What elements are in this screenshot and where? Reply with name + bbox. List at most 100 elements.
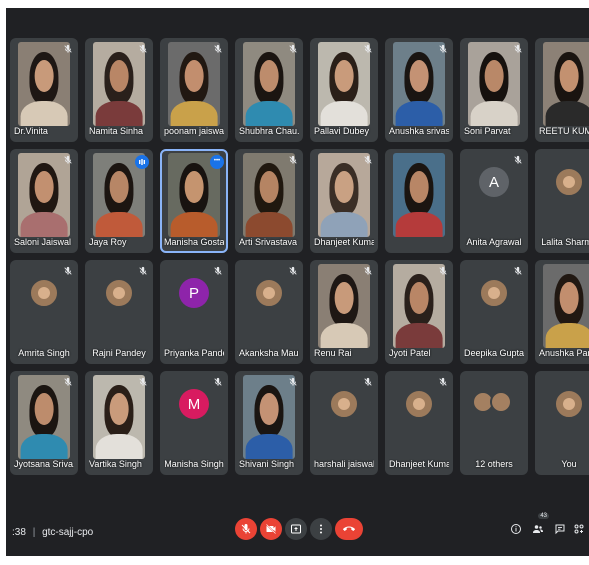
activities-icon	[574, 524, 584, 534]
participant-tile[interactable]: Dhanjeet Kumar	[385, 371, 453, 475]
participant-profile-avatar	[554, 167, 584, 198]
people-icon	[533, 525, 543, 533]
activities-button[interactable]	[572, 522, 586, 536]
chat-button[interactable]	[553, 522, 567, 536]
mic-off-icon	[362, 266, 374, 278]
mic-off-icon	[62, 155, 74, 167]
participant-name: Amrita Singh	[18, 348, 70, 358]
tile-more-options-icon[interactable]: •••	[210, 155, 224, 169]
participant-video	[393, 153, 445, 237]
mic-off-icon	[212, 377, 224, 389]
participant-profile-avatar	[104, 278, 134, 309]
meeting-details-button[interactable]	[509, 522, 523, 536]
participant-tile[interactable]: poonam jaiswa...	[160, 38, 228, 142]
participant-name: Dhanjeet Kumar	[314, 237, 374, 247]
speaking-indicator-icon	[135, 155, 149, 169]
participant-name: You	[561, 459, 577, 469]
participant-name: Dhanjeet Kumar	[389, 459, 449, 469]
participant-tile[interactable]: Pallavi Dubey	[310, 38, 378, 142]
mic-off-icon	[212, 44, 224, 56]
mic-off-icon	[512, 155, 524, 167]
participant-name: Lalita Sharma	[541, 237, 589, 247]
camera-off-icon	[265, 523, 277, 535]
participant-name: REETU KUMARI	[539, 126, 589, 136]
participant-tile[interactable]: P Priyanka Pandey	[160, 260, 228, 364]
participant-tile[interactable]: Deepika Gupta	[460, 260, 528, 364]
participant-tile[interactable]: Dhanjeet Kumar	[310, 149, 378, 253]
participant-tile[interactable]: Amrita Singh	[10, 260, 78, 364]
participant-name: Arti Srivastava	[239, 237, 298, 247]
mic-off-icon	[137, 266, 149, 278]
participant-tile[interactable]: Soni Parvat	[460, 38, 528, 142]
participant-name: Priyanka Pandey	[164, 348, 224, 358]
people-button[interactable]: 43	[531, 513, 549, 536]
participant-profile-avatar	[29, 278, 59, 309]
participant-tile[interactable]: Jyotsana Sriva...	[10, 371, 78, 475]
participant-tile[interactable]: Akanksha Maur...	[235, 260, 303, 364]
call-end-icon	[343, 526, 355, 531]
participant-video	[543, 42, 589, 126]
mic-toggle-button[interactable]	[235, 518, 257, 540]
meet-window: Dr.Vinita Namita Sinha poonam jaiswa... Shu…	[6, 8, 589, 556]
mic-off-icon	[437, 377, 449, 389]
present-button[interactable]	[285, 518, 307, 540]
participant-tile[interactable]: Dr.Vinita	[10, 38, 78, 142]
leave-call-button[interactable]	[335, 518, 363, 540]
meeting-info: :38 | gtc-sajj-cpo	[12, 527, 93, 538]
bottom-bar: :38 | gtc-sajj-cpo 43	[6, 508, 589, 552]
participant-name: Manisha Gosta	[164, 237, 224, 247]
participant-tile[interactable]: harshali jaiswal	[310, 371, 378, 475]
mic-off-icon	[287, 266, 299, 278]
participant-tile[interactable]: Arti Srivastava	[235, 149, 303, 253]
participant-initial-avatar: A	[479, 167, 509, 198]
participant-tile[interactable]: Vartika Singh	[85, 371, 153, 475]
participant-video	[543, 264, 589, 348]
participant-tile[interactable]: Renu Rai	[310, 260, 378, 364]
participant-name: Vartika Singh	[89, 459, 142, 469]
mic-off-icon	[362, 44, 374, 56]
participant-tile[interactable]: Namita Sinha	[85, 38, 153, 142]
participant-initial-avatar: M	[179, 389, 209, 420]
mic-off-icon	[137, 44, 149, 56]
participant-name: Soni Parvat	[464, 126, 511, 136]
participant-name: Shivani Singh	[239, 459, 295, 469]
participant-tile[interactable]: Shivani Singh	[235, 371, 303, 475]
participant-tile[interactable]: M Manisha Singh	[160, 371, 228, 475]
participant-name: Rajni Pandey	[92, 348, 146, 358]
participant-tile[interactable]: Anushka srivas...	[385, 38, 453, 142]
participant-name: poonam jaiswa...	[164, 126, 224, 136]
meeting-time: :38	[12, 527, 26, 538]
participant-tile[interactable]: Jyoti Patel	[385, 260, 453, 364]
mic-off-icon	[287, 377, 299, 389]
participant-name: Akanksha Maur...	[239, 348, 299, 358]
participant-tile[interactable]: Jaya Roy	[85, 149, 153, 253]
participant-tile[interactable]: Anushka Pand...	[535, 260, 589, 364]
camera-toggle-button[interactable]	[260, 518, 282, 540]
participant-name: Pallavi Dubey	[314, 126, 370, 136]
participant-tile[interactable]: A Anita Agrawal	[460, 149, 528, 253]
participant-tile[interactable]	[385, 149, 453, 253]
participant-tile[interactable]: Rajni Pandey	[85, 260, 153, 364]
participant-tile[interactable]: You	[535, 371, 589, 475]
participant-name: Jaya Roy	[89, 237, 127, 247]
participant-tile[interactable]: Shubhra Chau...	[235, 38, 303, 142]
participant-name: Anushka srivas...	[389, 126, 449, 136]
mic-off-icon	[62, 377, 74, 389]
mic-off-icon	[437, 266, 449, 278]
more-options-button[interactable]	[310, 518, 332, 540]
participant-name: Namita Sinha	[89, 126, 144, 136]
participant-name: Renu Rai	[314, 348, 352, 358]
chat-icon	[555, 524, 565, 535]
participant-profile-avatar	[329, 389, 359, 420]
info-icon	[511, 524, 521, 534]
meeting-code: gtc-sajj-cpo	[42, 527, 94, 538]
participant-name: Manisha Singh	[164, 459, 224, 469]
participant-tile[interactable]: 12 others	[460, 371, 528, 475]
participant-tile[interactable]: Lalita Sharma	[535, 149, 589, 253]
participant-name: 12 others	[475, 459, 513, 469]
participant-tile[interactable]: REETU KUMARI	[535, 38, 589, 142]
mic-off-icon	[287, 155, 299, 167]
participant-name: Dr.Vinita	[14, 126, 48, 136]
participant-tile[interactable]: Saloni Jaiswal	[10, 149, 78, 253]
participant-tile[interactable]: ••• Manisha Gosta	[160, 149, 228, 253]
